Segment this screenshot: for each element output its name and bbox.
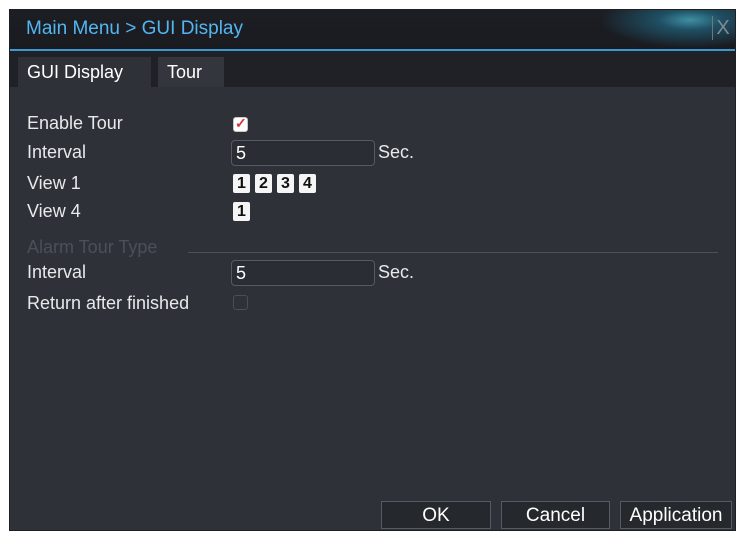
enable-tour-label: Enable Tour: [27, 113, 123, 133]
tab-gui-display[interactable]: GUI Display: [18, 57, 151, 87]
view-1-option-2[interactable]: 2: [255, 174, 272, 193]
section-divider: [188, 252, 718, 253]
close-icon[interactable]: X: [712, 16, 733, 40]
tab-bar: GUI Display Tour: [10, 51, 735, 87]
interval-label: Interval: [27, 142, 87, 162]
alarm-interval-input[interactable]: 5: [231, 260, 375, 286]
gui-display-window: Main Menu > GUI Display X GUI Display To…: [9, 9, 736, 531]
view-1-option-1[interactable]: 1: [233, 174, 250, 193]
alarm-interval-unit: Sec.: [378, 262, 415, 282]
view-1-option-4[interactable]: 4: [299, 174, 316, 193]
alarm-interval-label: Interval: [27, 262, 87, 282]
application-button[interactable]: Application: [620, 501, 732, 529]
view-4-option-1[interactable]: 1: [233, 202, 250, 221]
alarm-tour-type-heading: Alarm Tour Type: [27, 237, 158, 257]
interval-unit: Sec.: [378, 142, 415, 162]
window-title: Main Menu > GUI Display: [26, 18, 243, 39]
tour-settings-form: Enable Tour ✓ Interval 5 Sec. View 1 1 2…: [10, 87, 735, 487]
return-after-finished-checkbox[interactable]: [233, 295, 248, 310]
checkmark-icon: ✓: [235, 115, 247, 131]
return-after-finished-label: Return after finished: [27, 293, 190, 313]
enable-tour-checkbox[interactable]: ✓: [233, 115, 248, 132]
view-1-label: View 1: [27, 173, 81, 193]
interval-input[interactable]: 5: [231, 140, 375, 166]
tab-tour[interactable]: Tour: [158, 57, 224, 87]
title-bar: Main Menu > GUI Display X: [10, 10, 735, 51]
cancel-button[interactable]: Cancel: [501, 501, 610, 529]
ok-button[interactable]: OK: [381, 501, 491, 529]
view-4-label: View 4: [27, 201, 81, 221]
view-1-option-3[interactable]: 3: [277, 174, 294, 193]
